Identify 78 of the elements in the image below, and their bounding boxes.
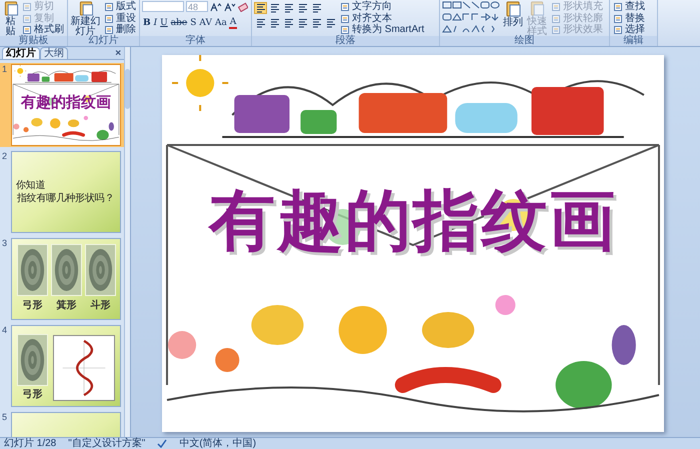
clipboard-icon xyxy=(529,1,545,16)
shape-gallery[interactable] xyxy=(442,1,500,35)
scrollbar[interactable] xyxy=(124,47,130,437)
close-button[interactable]: × xyxy=(115,48,122,59)
ribbon-button[interactable]: 排列 xyxy=(502,1,524,36)
group-label: 段落 xyxy=(252,36,439,46)
page-icon xyxy=(340,25,350,36)
shrink-font-icon xyxy=(224,2,236,12)
page-icon xyxy=(551,14,561,24)
grow-font-icon xyxy=(210,2,222,12)
print-label: 箕形 xyxy=(56,301,76,311)
page-icon xyxy=(551,25,561,36)
format-button[interactable]: I xyxy=(152,18,158,28)
format-button[interactable]: A xyxy=(228,17,238,29)
page-icon xyxy=(22,14,32,24)
slide-thumbnail[interactable]: 弓形 xyxy=(11,325,121,407)
scrollbar-thumb[interactable] xyxy=(125,69,130,109)
page-icon xyxy=(104,2,114,12)
group-label: 绘图 xyxy=(440,36,609,46)
ribbon-button[interactable]: 替换 xyxy=(612,12,646,24)
check-icon xyxy=(157,439,168,448)
slide-title: 有趣的指纹画 xyxy=(20,94,112,112)
page-icon xyxy=(22,2,32,12)
bullets-icon[interactable] xyxy=(256,3,266,13)
ribbon-button[interactable]: 粘贴 xyxy=(2,1,19,36)
clipboard-icon xyxy=(2,1,18,16)
page-icon xyxy=(104,25,114,36)
slide-counter: 幻灯片 1/28 xyxy=(4,438,56,448)
format-button[interactable]: abe xyxy=(170,18,188,28)
page-icon xyxy=(340,14,350,24)
group-label: 编辑 xyxy=(610,36,657,46)
format-button[interactable]: B xyxy=(142,18,152,28)
slide-number: 2 xyxy=(2,151,8,161)
page-icon xyxy=(551,2,561,12)
print-label: 弓形 xyxy=(22,301,42,311)
page-icon xyxy=(22,25,32,36)
ribbon-button[interactable]: 删除 xyxy=(103,24,137,36)
page-icon xyxy=(104,14,114,24)
theme-name: "自定义设计方案" xyxy=(68,438,146,448)
align-left-icon[interactable] xyxy=(256,18,266,28)
slide-number: 1 xyxy=(2,64,8,74)
slide-number: 5 xyxy=(2,412,8,422)
page-icon xyxy=(613,14,623,24)
ribbon-button[interactable]: 文字方向 xyxy=(339,1,426,13)
pane-tab[interactable]: 幻灯片 xyxy=(2,47,40,59)
language-label: 中文(简体，中国) xyxy=(179,438,256,448)
page-icon xyxy=(613,25,623,36)
slide-text: 你知道 xyxy=(16,179,46,192)
bow-diagram xyxy=(53,334,115,402)
font-field[interactable] xyxy=(142,1,184,12)
slide-number: 4 xyxy=(2,325,8,335)
ribbon-button[interactable]: 对齐文本 xyxy=(339,12,426,24)
eraser-icon xyxy=(238,2,248,12)
ribbon-button[interactable]: 版式 xyxy=(103,1,137,13)
slide-text: 指纹有哪几种形状吗？ xyxy=(17,192,114,205)
ribbon-button[interactable]: 格式刷 xyxy=(21,24,65,36)
group-label: 剪贴板 xyxy=(0,36,67,46)
page-icon xyxy=(613,2,623,12)
format-button[interactable]: Aa xyxy=(214,18,228,28)
pane-tab[interactable]: 大纲 xyxy=(40,47,68,59)
group-label: 幻灯片 xyxy=(68,36,139,46)
ribbon-button[interactable]: 重设 xyxy=(103,12,137,24)
slide-number: 3 xyxy=(2,238,8,248)
format-button[interactable]: S xyxy=(189,18,198,28)
slide-thumbnail[interactable]: 你知道 指纹有哪几种形状吗？ xyxy=(11,151,121,233)
format-button[interactable]: U xyxy=(159,18,169,28)
ribbon-button[interactable]: 查找 xyxy=(612,1,646,13)
clipboard-icon xyxy=(505,1,521,17)
print-label: 弓形 xyxy=(22,390,42,400)
ribbon-button[interactable]: 选择 xyxy=(612,24,646,36)
format-button[interactable]: AV xyxy=(198,18,213,28)
group-label: 字体 xyxy=(140,36,251,46)
slide-thumbnail[interactable]: 弓形 箕形 斗形 xyxy=(11,238,121,320)
page-icon xyxy=(340,2,350,12)
slide-thumbnail[interactable]: 有趣的指纹画 xyxy=(11,64,121,146)
ribbon-button[interactable]: 转换为 SmartArt xyxy=(339,24,426,36)
print-label: 斗形 xyxy=(90,301,110,311)
clipboard-icon xyxy=(78,1,94,16)
